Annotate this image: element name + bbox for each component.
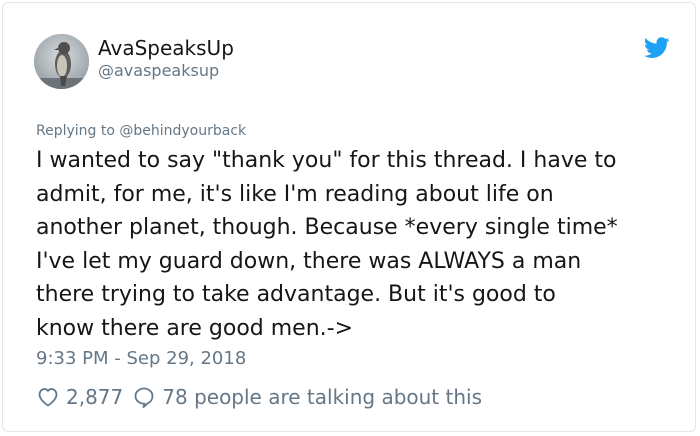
like-count[interactable]: 2,877 — [66, 385, 123, 409]
twitter-bird-icon[interactable] — [643, 37, 670, 59]
heart-icon-svg — [38, 388, 58, 407]
bird-photo-avatar-image — [34, 34, 89, 89]
heart-icon[interactable] — [36, 385, 60, 409]
tweet-actions: 2,877 78 people are talking about this — [36, 383, 482, 411]
speech-bubble-icon[interactable] — [132, 385, 156, 409]
tweet-text-line: I wanted to say "thank you" for this thr… — [36, 148, 617, 173]
tweet-text-line: there trying to take advantage. But it's… — [36, 282, 556, 307]
speech-bubble-icon-svg — [134, 387, 154, 408]
avatar[interactable] — [34, 34, 89, 89]
replying-to[interactable]: Replying to @behindyourback — [36, 122, 246, 140]
tweet-timestamp[interactable]: 9:33 PM - Sep 29, 2018 — [36, 348, 246, 370]
talking-about-text[interactable]: 78 people are talking about this — [162, 385, 482, 409]
twitter-bird-icon-svg — [643, 37, 670, 58]
tweet-text-line: another planet, though. Because *every s… — [36, 215, 618, 240]
author-display-name[interactable]: AvaSpeaksUp — [98, 36, 234, 60]
tweet-card: AvaSpeaksUp @avaspeaksup Replying to @be… — [2, 2, 696, 432]
tweet-text-line: know there are good men.-> — [36, 315, 354, 341]
tweet-text: I wanted to say "thank you" for this thr… — [36, 144, 684, 345]
tweet-text-line: admit, for me, it's like I'm reading abo… — [36, 181, 554, 207]
author-handle[interactable]: @avaspeaksup — [98, 61, 219, 81]
tweet-text-line: I've let my guard down, there was ALWAYS… — [36, 248, 582, 274]
